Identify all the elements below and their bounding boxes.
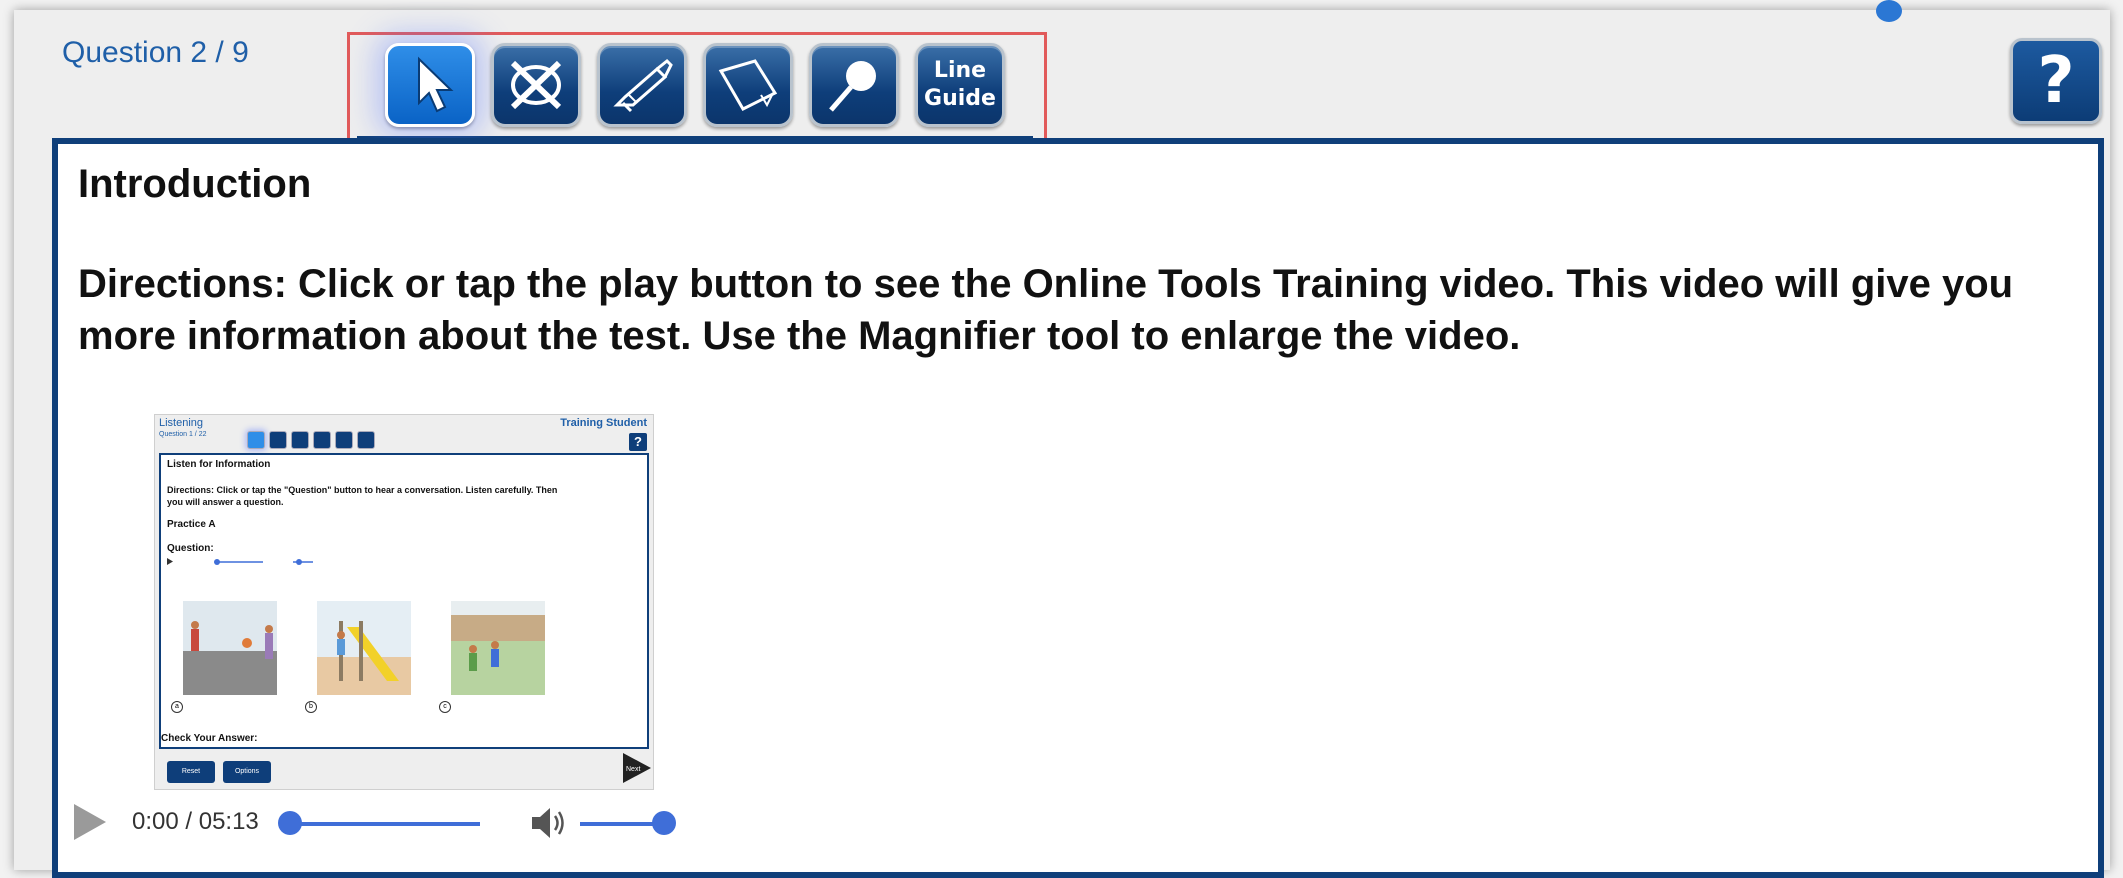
test-window: Question 2 / 9 Line Guide ? Introduction… (14, 0, 2110, 878)
thumbnail-magnifier-icon (335, 431, 353, 449)
status-dot (1876, 0, 1902, 22)
play-button[interactable] (72, 802, 108, 842)
line-guide-tool-button[interactable]: Line Guide (915, 43, 1005, 127)
thumbnail-sticky-note-icon (313, 431, 331, 449)
option-a-radio: a (171, 701, 183, 713)
thumbnail-question-counter: Question 1 / 22 (159, 431, 207, 438)
thumbnail-reset-button: Reset (167, 761, 215, 783)
option-c-radio: c (439, 701, 451, 713)
thumbnail-eliminator-icon (269, 431, 287, 449)
thumbnail-help-icon: ? (629, 433, 647, 451)
thumbnail-heading: Listen for Information (167, 459, 271, 470)
answer-eliminator-tool-button[interactable] (491, 43, 581, 127)
thumbnail-directions-line2: you will answer a question. (167, 497, 284, 507)
thumbnail-highlighter-icon (291, 431, 309, 449)
thumbnail-options-button: Options (223, 761, 271, 783)
magnifier-tool-button[interactable] (809, 43, 899, 127)
thumbnail-pointer-icon (247, 431, 265, 449)
option-a-picture (183, 601, 277, 695)
magnifier-icon (829, 61, 876, 112)
thumbnail-audio-controls (167, 558, 313, 565)
highlighter-tool-button[interactable] (597, 43, 687, 127)
option-b-picture (317, 601, 411, 695)
question-counter: Question 2 / 9 (62, 36, 249, 69)
option-b-radio: b (305, 701, 317, 713)
video-thumbnail[interactable]: Listening Question 1 / 22 Training Stude… (154, 414, 654, 790)
pointer-tool-button[interactable] (385, 43, 475, 127)
sticky-note-tool-button[interactable] (703, 43, 793, 127)
thumbnail-next-arrow-icon: Next (623, 753, 651, 783)
highlighter-icon (613, 58, 673, 113)
directions-text: Directions: Click or tap the play button… (78, 262, 2014, 358)
section-title: Introduction (78, 162, 312, 206)
help-button[interactable]: ? (2010, 38, 2102, 124)
volume-handle[interactable] (652, 811, 676, 835)
play-icon (74, 804, 106, 840)
line-guide-label: Line Guide (924, 58, 996, 111)
volume-icon[interactable] (530, 804, 570, 842)
time-display: 0:00 / 05:13 (132, 808, 259, 835)
option-c-picture (451, 601, 545, 695)
svg-text:Next: Next (626, 766, 640, 773)
thumbnail-question-label: Question: (167, 543, 214, 554)
question-content-panel: Introduction Directions: Click or tap th… (52, 138, 2104, 878)
arrow-pointer-icon (418, 56, 454, 113)
thumbnail-check-answer-label: Check Your Answer: (161, 733, 258, 744)
eliminator-icon (510, 60, 562, 110)
thumbnail-directions-line1: Directions: Click or tap the "Question" … (167, 485, 558, 495)
seek-bar[interactable] (288, 822, 480, 826)
sticky-note-icon (718, 59, 778, 111)
thumbnail-section-title: Listening (159, 417, 204, 429)
seek-handle[interactable] (278, 811, 302, 835)
thumbnail-student-name: Training Student (560, 417, 647, 429)
thumbnail-line-guide-icon (357, 431, 375, 449)
thumbnail-practice-label: Practice A (167, 519, 216, 530)
